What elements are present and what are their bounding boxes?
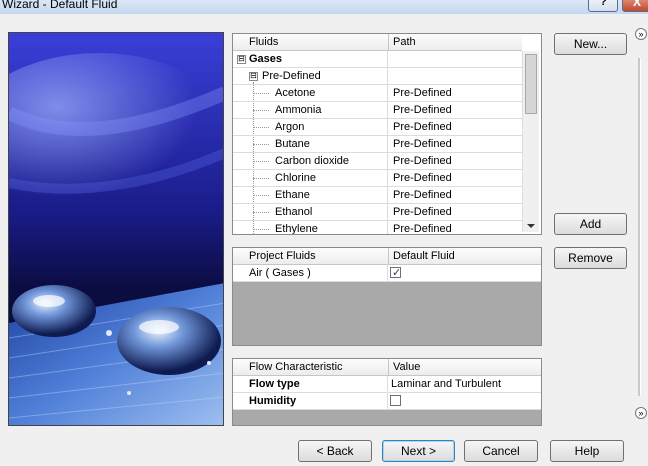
default-fluid-checkbox[interactable]: ✓ <box>390 267 402 279</box>
tree-row-gases[interactable]: ⊟ Gases <box>233 51 522 68</box>
title-bar: Wizard - Default Fluid ? X <box>0 0 648 14</box>
fluid-path: Pre-Defined <box>393 121 452 133</box>
fluid-path: Pre-Defined <box>393 206 452 218</box>
collapse-panel-top-icon[interactable]: » <box>635 28 647 40</box>
path-column-header[interactable]: Path <box>388 34 522 51</box>
humidity-label: Humidity <box>249 395 297 407</box>
help-button[interactable]: Help <box>550 440 624 462</box>
tree-branch <box>253 195 269 197</box>
tree-branch <box>253 212 269 214</box>
collapse-panel-bottom-icon[interactable]: » <box>635 407 647 419</box>
fluid-path: Pre-Defined <box>393 155 452 167</box>
fluid-row[interactable]: Ammonia Pre-Defined <box>233 102 522 119</box>
fluid-row[interactable]: Ethanol Pre-Defined <box>233 204 522 221</box>
fluid-name: Chlorine <box>275 172 316 184</box>
fluid-row[interactable]: Acetone Pre-Defined <box>233 85 522 102</box>
fluid-path: Pre-Defined <box>393 138 452 150</box>
fluid-path: Pre-Defined <box>393 189 452 201</box>
tree-branch <box>253 127 269 129</box>
flow-type-label: Flow type <box>249 378 300 390</box>
next-button[interactable]: Next > <box>382 440 455 462</box>
new-button[interactable]: New... <box>554 33 627 55</box>
fluid-path: Pre-Defined <box>393 104 452 116</box>
column-separator <box>387 265 388 281</box>
add-button[interactable]: Add <box>554 213 627 235</box>
pre-defined-label: Pre-Defined <box>262 70 321 82</box>
fluid-name: Ethanol <box>275 206 313 218</box>
close-icon: X <box>633 0 642 9</box>
column-separator <box>387 393 388 409</box>
tree-branch <box>253 161 269 163</box>
side-divider <box>638 58 641 396</box>
wizard-image <box>8 32 224 426</box>
help-icon: ? <box>600 0 607 8</box>
flow-type-value[interactable]: Laminar and Turbulent <box>391 376 501 392</box>
flow-characteristics-table: Flow Characteristic Value Flow type Lami… <box>232 358 542 426</box>
title-help-button[interactable]: ? <box>588 0 618 12</box>
tree-branch <box>253 178 269 180</box>
gases-label: Gases <box>249 53 283 65</box>
project-fluid-name: Air ( Gases ) <box>249 267 311 279</box>
collapse-icon[interactable]: ⊟ <box>249 72 258 81</box>
tree-branch <box>253 93 269 95</box>
fluid-row[interactable]: Argon Pre-Defined <box>233 119 522 136</box>
title-close-button[interactable]: X <box>622 0 648 12</box>
fluid-row[interactable]: Butane Pre-Defined <box>233 136 522 153</box>
project-fluids-column-header[interactable]: Project Fluids <box>233 248 388 265</box>
cancel-button[interactable]: Cancel <box>464 440 538 462</box>
flow-empty-area <box>233 410 541 425</box>
tree-branch <box>253 229 269 231</box>
fluid-name: Acetone <box>275 87 316 99</box>
flow-type-row[interactable]: Flow type Laminar and Turbulent <box>233 376 541 393</box>
tree-row-pre-defined[interactable]: ⊟ Pre-Defined <box>233 68 522 85</box>
water-drops-image <box>9 33 223 425</box>
tree-branch <box>253 110 269 112</box>
scroll-down-icon[interactable] <box>527 224 535 228</box>
project-fluid-row[interactable]: Air ( Gases ) ✓ <box>233 265 541 282</box>
humidity-row[interactable]: Humidity <box>233 393 541 410</box>
fluid-row[interactable]: Ethane Pre-Defined <box>233 187 522 204</box>
fluid-path: Pre-Defined <box>393 223 452 234</box>
flow-characteristic-column-header[interactable]: Flow Characteristic <box>233 359 388 376</box>
fluid-name: Ethylene <box>275 223 318 234</box>
project-fluids-table: Project Fluids Default Fluid Air ( Gases… <box>232 247 542 346</box>
fluid-row[interactable]: Ethylene Pre-Defined <box>233 221 522 234</box>
check-icon: ✓ <box>392 267 402 279</box>
scrollbar-thumb[interactable] <box>525 54 537 114</box>
fluid-name: Argon <box>275 121 305 133</box>
tree-branch <box>253 144 269 146</box>
remove-button[interactable]: Remove <box>554 247 627 269</box>
fluids-column-header[interactable]: Fluids <box>233 34 388 51</box>
collapse-icon[interactable]: ⊟ <box>237 55 246 64</box>
fluid-path: Pre-Defined <box>393 87 452 99</box>
project-fluids-empty-area <box>233 282 541 345</box>
window-title: Wizard - Default Fluid <box>2 0 118 11</box>
back-button[interactable]: < Back <box>298 440 372 462</box>
fluid-row[interactable]: Chlorine Pre-Defined <box>233 170 522 187</box>
value-column-header[interactable]: Value <box>388 359 541 376</box>
fluid-row[interactable]: Carbon dioxide Pre-Defined <box>233 153 522 170</box>
fluids-table: Fluids Path ⊟ Gases ⊟ Pre-Defined Aceton… <box>232 33 542 235</box>
column-separator <box>387 376 388 392</box>
fluid-name: Carbon dioxide <box>275 155 349 167</box>
fluid-name: Ethane <box>275 189 310 201</box>
default-fluid-column-header[interactable]: Default Fluid <box>388 248 541 265</box>
humidity-checkbox[interactable] <box>390 395 401 406</box>
fluids-scrollbar[interactable] <box>522 51 539 232</box>
fluid-name: Butane <box>275 138 310 150</box>
fluid-path: Pre-Defined <box>393 172 452 184</box>
fluid-name: Ammonia <box>275 104 322 116</box>
